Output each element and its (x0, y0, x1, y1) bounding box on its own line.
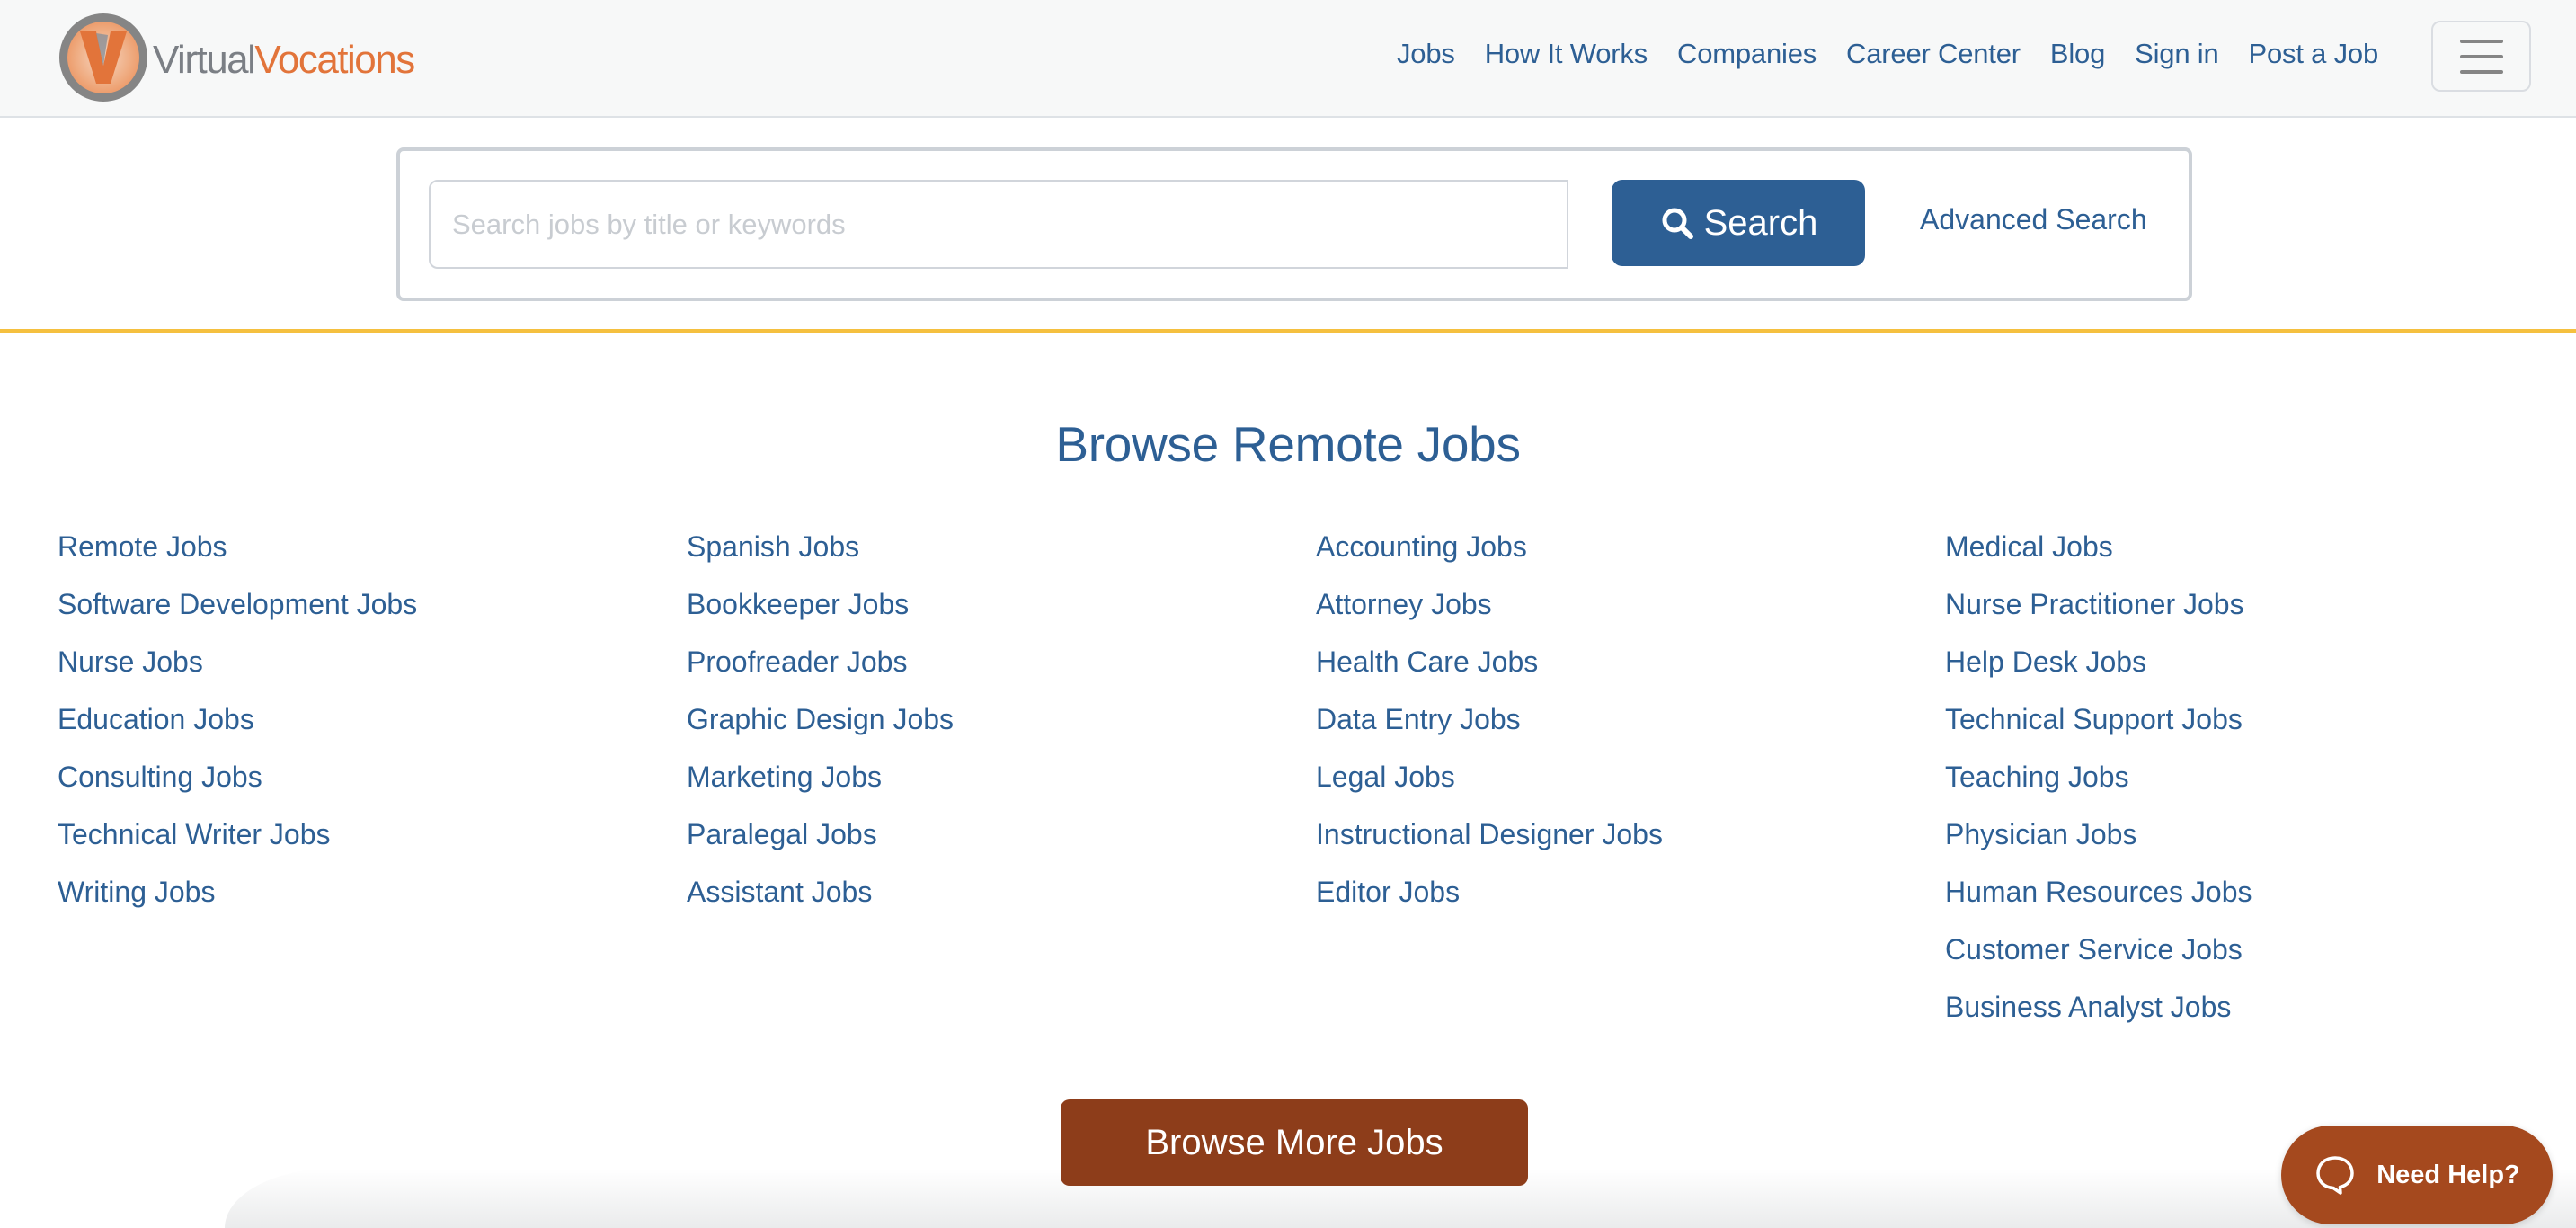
site-header: VirtualVocations Jobs How It Works Compa… (0, 0, 2576, 118)
list-item: Graphic Design Jobs (687, 699, 954, 757)
logo-mark-icon (59, 13, 147, 102)
list-item: Writing Jobs (58, 872, 417, 930)
job-category-link[interactable]: Nurse Practitioner Jobs (1945, 584, 2244, 624)
search-icon (1662, 208, 1693, 239)
job-category-link[interactable]: Human Resources Jobs (1945, 872, 2252, 912)
job-category-link[interactable]: Business Analyst Jobs (1945, 987, 2231, 1027)
nav-link-companies[interactable]: Companies (1677, 38, 1817, 70)
nav-link-sign-in[interactable]: Sign in (2135, 38, 2219, 70)
job-category-link[interactable]: Consulting Jobs (58, 757, 262, 796)
list-item: Teaching Jobs (1945, 757, 2252, 814)
list-item: Physician Jobs (1945, 814, 2252, 872)
list-item: Editor Jobs (1316, 872, 1663, 930)
job-category-link[interactable]: Medical Jobs (1945, 527, 2113, 566)
section-divider (0, 329, 2576, 333)
job-category-link[interactable]: Nurse Jobs (58, 642, 203, 681)
list-item: Assistant Jobs (687, 872, 954, 930)
job-category-link[interactable]: Assistant Jobs (687, 872, 872, 912)
job-category-column-2: Spanish Jobs Bookkeeper Jobs Proofreader… (687, 527, 954, 930)
job-category-column-1: Remote Jobs Software Development Jobs Nu… (58, 527, 417, 930)
job-category-link[interactable]: Spanish Jobs (687, 527, 859, 566)
job-category-column-3: Accounting Jobs Attorney Jobs Health Car… (1316, 527, 1663, 930)
job-category-link[interactable]: Health Care Jobs (1316, 642, 1538, 681)
search-button[interactable]: Search (1612, 180, 1865, 266)
list-item: Remote Jobs (58, 527, 417, 584)
job-category-link[interactable]: Remote Jobs (58, 527, 227, 566)
browse-section-title: Browse Remote Jobs (1055, 416, 1521, 472)
list-item: Medical Jobs (1945, 527, 2252, 584)
list-item: Business Analyst Jobs (1945, 987, 2252, 1045)
list-item: Spanish Jobs (687, 527, 954, 584)
chat-bubble-icon (2316, 1156, 2354, 1195)
job-category-link[interactable]: Education Jobs (58, 699, 254, 739)
list-item: Accounting Jobs (1316, 527, 1663, 584)
job-category-column-4: Medical Jobs Nurse Practitioner Jobs Hel… (1945, 527, 2252, 1045)
job-category-link[interactable]: Accounting Jobs (1316, 527, 1527, 566)
list-item: Paralegal Jobs (687, 814, 954, 872)
browse-more-jobs-button[interactable]: Browse More Jobs (1061, 1099, 1528, 1186)
hamburger-line (2459, 54, 2503, 58)
nav-link-how-it-works[interactable]: How It Works (1485, 38, 1648, 70)
job-category-link[interactable]: Graphic Design Jobs (687, 699, 954, 739)
job-category-link[interactable]: Data Entry Jobs (1316, 699, 1521, 739)
list-item: Marketing Jobs (687, 757, 954, 814)
job-category-link[interactable]: Physician Jobs (1945, 814, 2136, 854)
job-category-link[interactable]: Customer Service Jobs (1945, 930, 2243, 969)
list-item: Proofreader Jobs (687, 642, 954, 699)
job-category-link[interactable]: Writing Jobs (58, 872, 215, 912)
list-item: Education Jobs (58, 699, 417, 757)
list-item: Instructional Designer Jobs (1316, 814, 1663, 872)
logo-v-glyph-icon (80, 31, 127, 84)
list-item: Nurse Practitioner Jobs (1945, 584, 2252, 642)
nav-link-post-a-job[interactable]: Post a Job (2249, 38, 2379, 70)
job-category-link[interactable]: Help Desk Jobs (1945, 642, 2146, 681)
main-nav: Jobs How It Works Companies Career Cente… (1397, 0, 2408, 108)
list-item: Health Care Jobs (1316, 642, 1663, 699)
need-help-label: Need Help? (2376, 1160, 2520, 1189)
search-input[interactable] (429, 180, 1568, 269)
advanced-search-link[interactable]: Advanced Search (1920, 203, 2147, 236)
job-category-link[interactable]: Software Development Jobs (58, 584, 417, 624)
job-category-link[interactable]: Paralegal Jobs (687, 814, 877, 854)
job-category-link[interactable]: Technical Writer Jobs (58, 814, 331, 854)
job-category-link[interactable]: Instructional Designer Jobs (1316, 814, 1663, 854)
nav-link-jobs[interactable]: Jobs (1397, 38, 1455, 70)
search-button-label: Search (1703, 202, 1818, 243)
hamburger-line (2459, 39, 2503, 43)
list-item: Customer Service Jobs (1945, 930, 2252, 987)
logo-wordmark: VirtualVocations (153, 35, 415, 82)
list-item: Technical Support Jobs (1945, 699, 2252, 757)
job-category-link[interactable]: Legal Jobs (1316, 757, 1455, 796)
list-item: Software Development Jobs (58, 584, 417, 642)
menu-toggle-button[interactable] (2431, 21, 2531, 92)
hamburger-line (2459, 69, 2503, 74)
list-item: Help Desk Jobs (1945, 642, 2252, 699)
logo-text-virtual: Virtual (153, 38, 256, 82)
job-category-link[interactable]: Technical Support Jobs (1945, 699, 2243, 739)
list-item: Data Entry Jobs (1316, 699, 1663, 757)
logo-text-vocations: Vocations (254, 38, 415, 82)
job-category-link[interactable]: Teaching Jobs (1945, 757, 2129, 796)
need-help-chat-button[interactable]: Need Help? (2281, 1126, 2553, 1224)
list-item: Consulting Jobs (58, 757, 417, 814)
list-item: Legal Jobs (1316, 757, 1663, 814)
nav-link-career-center[interactable]: Career Center (1846, 38, 2021, 70)
job-category-link[interactable]: Attorney Jobs (1316, 584, 1492, 624)
list-item: Human Resources Jobs (1945, 872, 2252, 930)
job-category-link[interactable]: Marketing Jobs (687, 757, 882, 796)
site-logo[interactable]: VirtualVocations (59, 13, 415, 102)
job-category-link[interactable]: Proofreader Jobs (687, 642, 907, 681)
list-item: Attorney Jobs (1316, 584, 1663, 642)
list-item: Nurse Jobs (58, 642, 417, 699)
job-category-link[interactable]: Editor Jobs (1316, 872, 1460, 912)
nav-link-blog[interactable]: Blog (2050, 38, 2105, 70)
list-item: Bookkeeper Jobs (687, 584, 954, 642)
list-item: Technical Writer Jobs (58, 814, 417, 872)
job-category-link[interactable]: Bookkeeper Jobs (687, 584, 909, 624)
